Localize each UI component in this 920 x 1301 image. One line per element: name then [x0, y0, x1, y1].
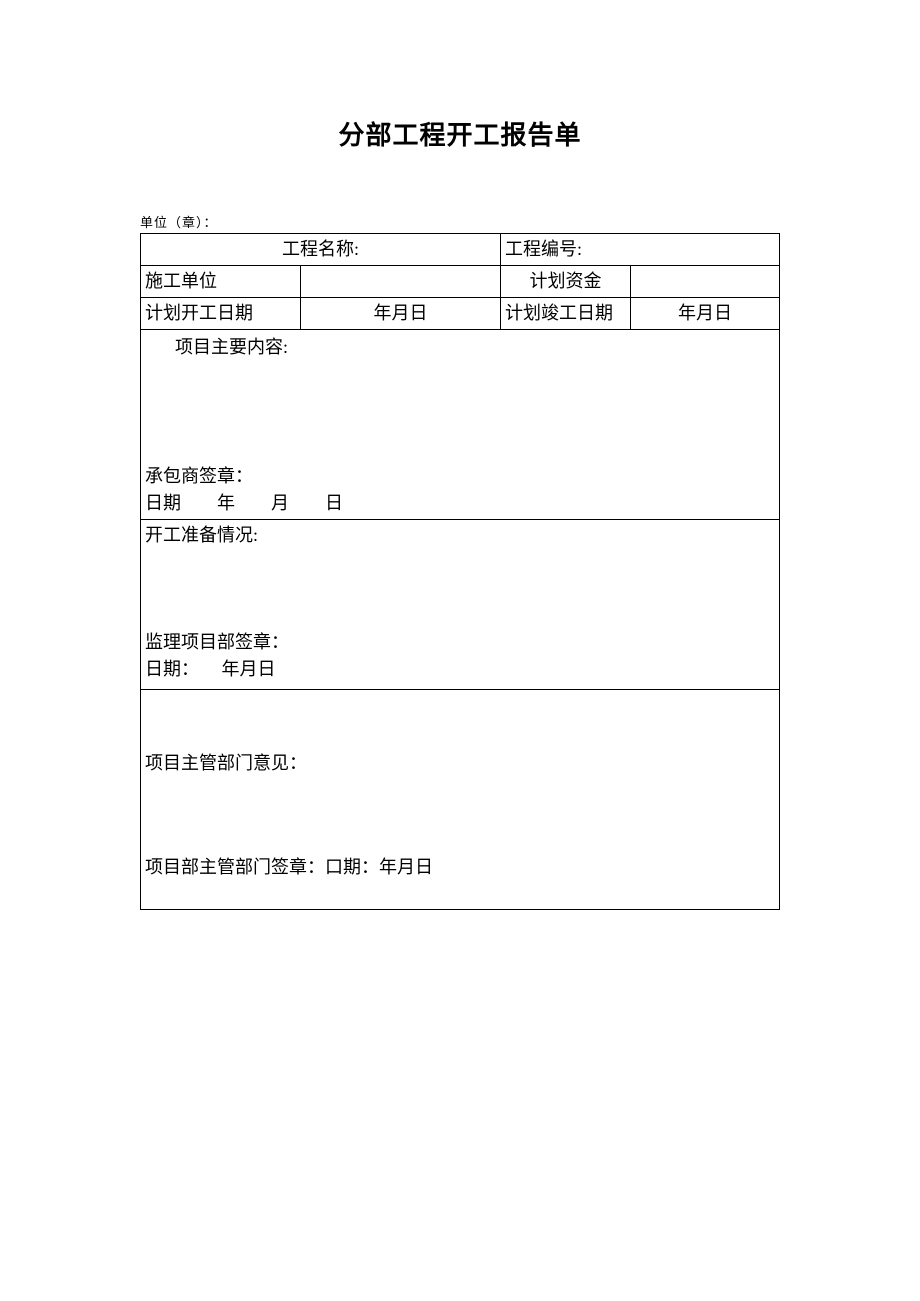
- department-sign-line: 项目部主管部门签章：口期：年月日: [145, 854, 433, 881]
- project-number-label: 工程编号:: [501, 234, 780, 266]
- row-dates: 计划开工日期 年月日 计划竣工日期 年月日: [141, 298, 780, 330]
- document-page: 分部工程开工报告单 单位（章）： 工程名称: 工程编号: 施工单位 计划资金 计…: [0, 0, 920, 910]
- document-title: 分部工程开工报告单: [140, 115, 780, 152]
- form-table: 工程名称: 工程编号: 施工单位 计划资金 计划开工日期 年月日 计划竣工日期 …: [140, 233, 780, 910]
- department-cell: 项目主管部门意见： 项目部主管部门签章：口期：年月日: [141, 690, 780, 910]
- row-department: 项目主管部门意见： 项目部主管部门签章：口期：年月日: [141, 690, 780, 910]
- row-main-content: 项目主要内容: 承包商签章： 日期 年 月 日: [141, 330, 780, 520]
- supervisor-date-line: 日期： 年月日: [145, 656, 289, 683]
- planned-fund-label: 计划资金: [501, 266, 631, 298]
- planned-end-label: 计划竣工日期: [501, 298, 631, 330]
- department-opinion-label: 项目主管部门意见：: [145, 750, 307, 777]
- contractor-sign-label: 承包商签章：: [145, 463, 343, 490]
- row-project-name: 工程名称: 工程编号:: [141, 234, 780, 266]
- main-content-header: 项目主要内容:: [145, 334, 775, 361]
- contractor-date-line: 日期 年 月 日: [145, 490, 343, 517]
- project-name-label: 工程名称:: [141, 234, 501, 266]
- row-preparation: 开工准备情况: 监理项目部签章： 日期： 年月日: [141, 520, 780, 690]
- planned-start-value: 年月日: [301, 298, 501, 330]
- supervisor-sign-label: 监理项目部签章：: [145, 629, 289, 656]
- planned-fund-value: [631, 266, 780, 298]
- construction-unit-value: [301, 266, 501, 298]
- row-construction-unit: 施工单位 计划资金: [141, 266, 780, 298]
- main-content-cell: 项目主要内容: 承包商签章： 日期 年 月 日: [141, 330, 780, 520]
- planned-start-label: 计划开工日期: [141, 298, 301, 330]
- planned-end-value: 年月日: [631, 298, 780, 330]
- preparation-cell: 开工准备情况: 监理项目部签章： 日期： 年月日: [141, 520, 780, 690]
- preparation-header: 开工准备情况:: [145, 522, 775, 549]
- construction-unit-label: 施工单位: [141, 266, 301, 298]
- unit-seal-label: 单位（章）：: [140, 212, 780, 231]
